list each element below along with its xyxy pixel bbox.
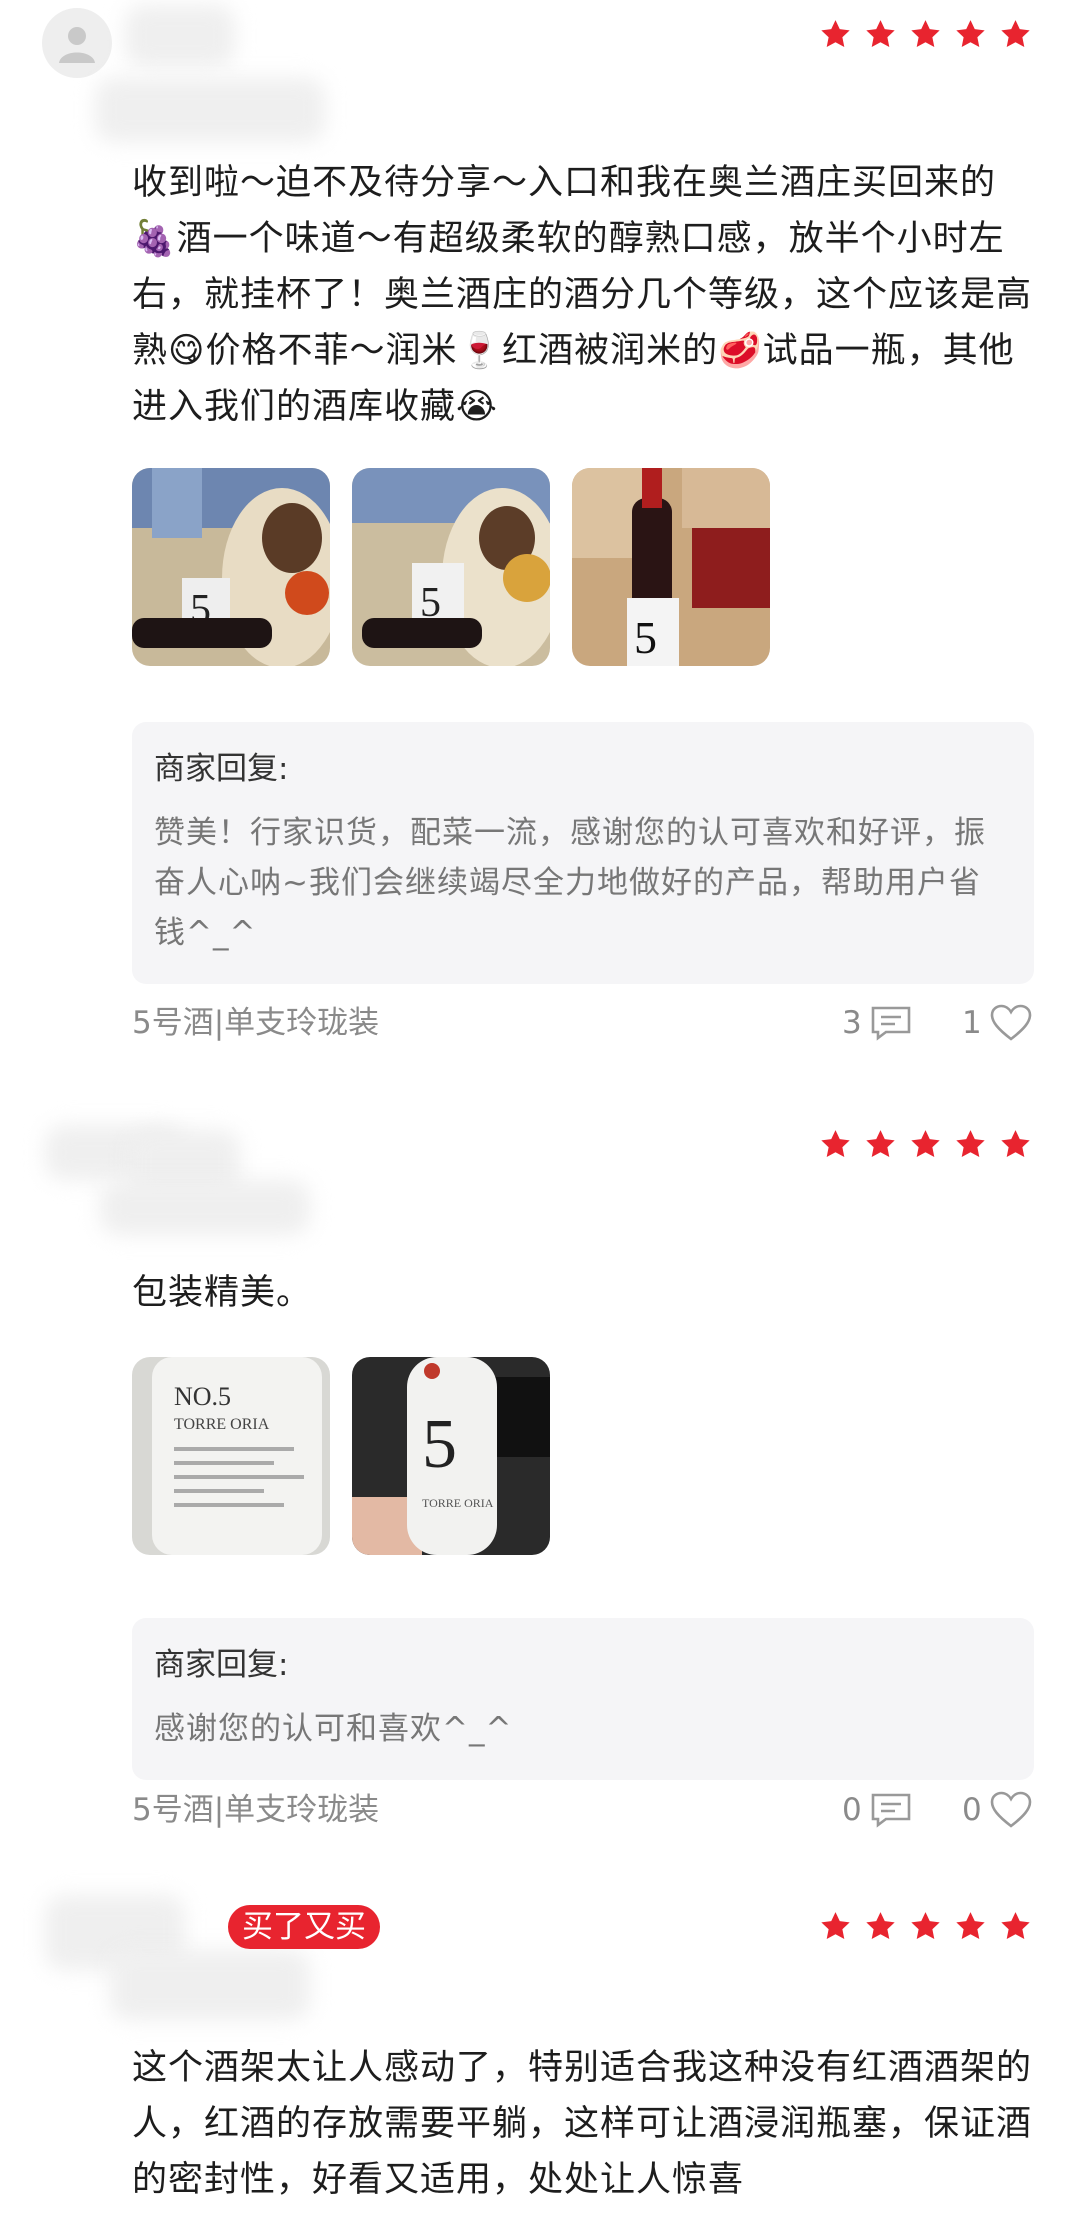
review-text: 包装精美。 bbox=[132, 1273, 313, 1313]
merchant-reply: 商家回复: 赞美！行家识货，配菜一流，感谢您的认可喜欢和好评，振奋人心呐~我们会… bbox=[132, 722, 1034, 984]
review-meta: 5号酒|单支玲珑装 0 0 bbox=[132, 1785, 1034, 1835]
rating-stars bbox=[819, 18, 1032, 51]
bottle-label-photo[interactable]: NO.5 TORRE ORIA bbox=[132, 1357, 330, 1555]
reply-text: 感谢您的认可和喜欢^_^ bbox=[154, 1711, 513, 1747]
like-count: 1 bbox=[962, 1005, 982, 1041]
blurred-username bbox=[110, 1950, 310, 2020]
wine-dinner-photo-2[interactable]: 5 bbox=[352, 468, 550, 666]
review-text: 这个酒架太让人感动了，特别适合我这种没有红酒酒架的人，红酒的存放需要平躺，这样可… bbox=[132, 2048, 1033, 2200]
blurred-username bbox=[125, 5, 235, 67]
blurred-date bbox=[100, 1180, 310, 1235]
review-meta: 5号酒|单支玲珑装 3 1 bbox=[132, 998, 1034, 1048]
comment-button[interactable]: 0 bbox=[842, 1785, 912, 1835]
heart-icon bbox=[990, 1791, 1032, 1828]
star-icon bbox=[864, 1128, 897, 1161]
svg-text:NO.5: NO.5 bbox=[174, 1382, 231, 1411]
star-icon bbox=[954, 1128, 987, 1161]
bottle-keyboard-photo[interactable]: 5 TORRE ORIA bbox=[352, 1357, 550, 1555]
reply-text: 赞美！行家识货，配菜一流，感谢您的认可喜欢和好评，振奋人心呐~我们会继续竭尽全力… bbox=[154, 815, 986, 951]
reply-title: 商家回复: bbox=[154, 1647, 289, 1683]
svg-text:5: 5 bbox=[422, 1406, 457, 1483]
star-icon bbox=[999, 1128, 1032, 1161]
rating-stars bbox=[819, 1128, 1032, 1161]
svg-text:TORRE ORIA: TORRE ORIA bbox=[422, 1496, 494, 1510]
comment-button[interactable]: 3 bbox=[842, 998, 912, 1048]
star-icon bbox=[999, 1910, 1032, 1943]
star-icon bbox=[819, 1910, 852, 1943]
product-variant: 5号酒|单支玲珑装 bbox=[132, 1792, 380, 1828]
user-avatar[interactable] bbox=[42, 8, 112, 78]
star-icon bbox=[999, 18, 1032, 51]
user-icon bbox=[59, 27, 95, 63]
star-icon bbox=[909, 18, 942, 51]
like-button[interactable]: 0 bbox=[962, 1785, 1032, 1835]
star-icon bbox=[819, 1128, 852, 1161]
review-text: 收到啦～迫不及待分享～入口和我在奥兰酒庄买回来的🍇酒一个味道～有超级柔软的醇熟口… bbox=[132, 163, 1033, 427]
merchant-reply: 商家回复: 感谢您的认可和喜欢^_^ bbox=[132, 1618, 1034, 1780]
rating-stars bbox=[819, 1910, 1032, 1943]
heart-icon bbox=[990, 1004, 1032, 1041]
comment-icon bbox=[871, 1006, 911, 1041]
star-icon bbox=[954, 1910, 987, 1943]
star-icon bbox=[909, 1128, 942, 1161]
comment-count: 3 bbox=[842, 1005, 862, 1041]
star-icon bbox=[864, 18, 897, 51]
star-icon bbox=[954, 18, 987, 51]
review-card-3: 买了又买 这个酒架太让人感动了，特别适合我这种没有红酒酒架的人，红酒的存放需要平… bbox=[0, 1890, 1080, 2221]
wine-boxes-photo[interactable]: 5 bbox=[572, 468, 770, 666]
like-button[interactable]: 1 bbox=[962, 998, 1032, 1048]
star-icon bbox=[909, 1910, 942, 1943]
product-variant: 5号酒|单支玲珑装 bbox=[132, 1005, 380, 1041]
svg-text:5: 5 bbox=[634, 612, 657, 663]
review-photos: NO.5 TORRE ORIA 5 TORRE ORIA bbox=[132, 1357, 550, 1555]
svg-text:TORRE ORIA: TORRE ORIA bbox=[174, 1416, 270, 1433]
wine-dinner-photo[interactable]: 5 bbox=[132, 468, 330, 666]
review-photos: 5 5 5 bbox=[132, 468, 770, 666]
comment-count: 0 bbox=[842, 1792, 862, 1828]
repeat-buyer-badge: 买了又买 bbox=[228, 1905, 380, 1949]
reply-title: 商家回复: bbox=[154, 751, 289, 787]
review-card-1: 收到啦～迫不及待分享～入口和我在奥兰酒庄买回来的🍇酒一个味道～有超级柔软的醇熟口… bbox=[0, 0, 1080, 1110]
comment-icon bbox=[871, 1793, 911, 1828]
star-icon bbox=[864, 1910, 897, 1943]
star-icon bbox=[819, 18, 852, 51]
like-count: 0 bbox=[962, 1792, 982, 1828]
review-card-2: 包装精美。 NO.5 TORRE ORIA 5 TORRE ORIA 商家回复:… bbox=[0, 1110, 1080, 1890]
blurred-date bbox=[95, 78, 325, 142]
